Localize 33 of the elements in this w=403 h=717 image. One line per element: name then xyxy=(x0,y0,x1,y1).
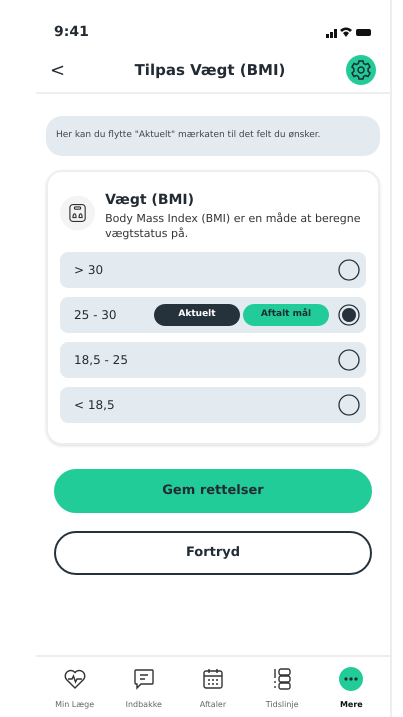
radio-button[interactable] xyxy=(338,304,360,326)
status-time: 9:41 xyxy=(54,22,89,42)
option-row[interactable]: > 30 xyxy=(60,252,366,288)
radio-button[interactable] xyxy=(338,394,360,416)
option-row[interactable]: 25 - 30 Aktuelt Aftalt mål xyxy=(60,296,366,332)
nav-tab[interactable]: Aftaler xyxy=(180,667,245,711)
card-title: Vægt (BMI) xyxy=(105,190,196,210)
range-label: < 18,5 xyxy=(74,396,116,414)
option-row[interactable]: < 18,5 xyxy=(60,386,366,422)
save-button[interactable]: Gem rettelser xyxy=(54,468,372,512)
cancel-button[interactable]: Fortryd xyxy=(54,530,372,574)
nav-tab[interactable]: Indbakke xyxy=(112,667,176,711)
page-title: Tilpas Vægt (BMI) xyxy=(134,60,286,81)
radio-button[interactable] xyxy=(338,258,360,280)
card-description: Body Mass Index (BMI) er en måde at beregne vægtstatus på. xyxy=(105,210,362,240)
message-icon xyxy=(132,667,156,691)
status-icons xyxy=(326,26,372,38)
current-tag[interactable]: Aktuelt xyxy=(154,304,240,326)
goal-tag[interactable]: Aftalt mål xyxy=(243,304,329,326)
nav-tab[interactable]: Min Læge xyxy=(42,667,107,711)
nav-tab[interactable]: Tidslinje xyxy=(250,667,314,711)
radio-button[interactable] xyxy=(338,348,360,370)
nav-tab[interactable]: Mere xyxy=(319,667,384,711)
calendar-icon xyxy=(200,667,225,691)
settings-icon[interactable] xyxy=(346,55,376,85)
back-button[interactable]: < xyxy=(50,56,74,84)
more-icon xyxy=(339,667,364,691)
heart-icon xyxy=(62,667,87,691)
option-row[interactable]: 18,5 - 25 xyxy=(60,342,366,378)
range-label: 25 - 30 xyxy=(74,306,118,324)
range-label: > 30 xyxy=(74,262,104,278)
info-banner: Her kan du flytte "Aktuelt" mærkaten til det felt du ønsker. xyxy=(46,116,380,156)
range-label: 18,5 - 25 xyxy=(74,352,129,368)
